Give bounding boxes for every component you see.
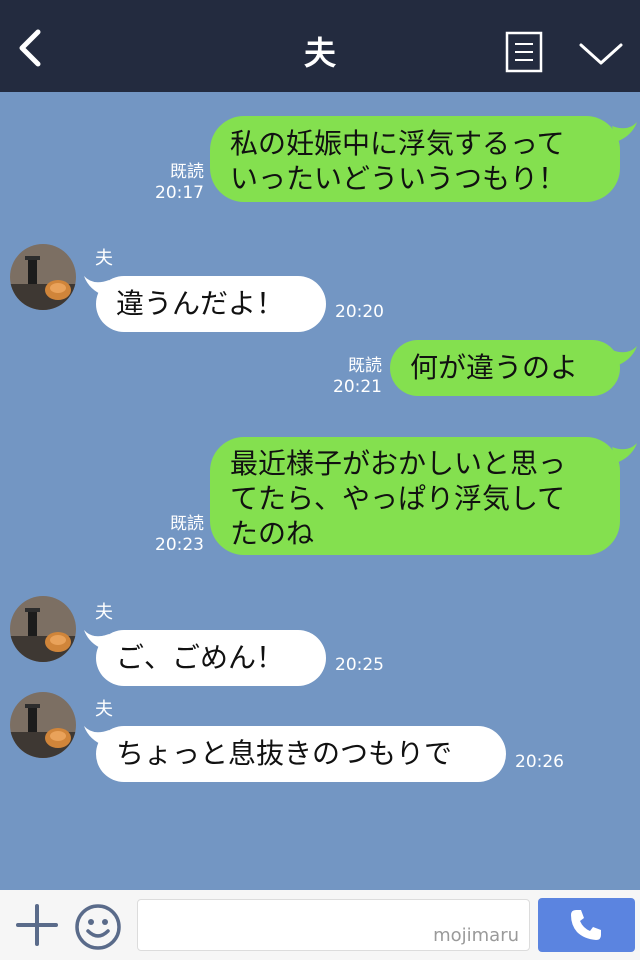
message-bubble[interactable]: 最近様子がおかしいと思っ てたら、やっぱり浮気して たのね [210, 437, 620, 555]
avatar[interactable] [10, 692, 76, 758]
message-time: 20:20 [335, 302, 384, 322]
message-line: たのね [230, 517, 315, 550]
message-line: ちょっと息抜きのつもりで [116, 737, 453, 770]
sender-name: 夫 [95, 602, 113, 623]
input-bar: mojimaru [0, 890, 640, 960]
message-bubble[interactable]: ちょっと息抜きのつもりで [96, 726, 506, 782]
call-button[interactable] [538, 898, 635, 952]
message-bubble[interactable]: 私の妊娠中に浮気するって いったいどういうつもり！ [210, 116, 620, 202]
avatar-image [10, 596, 76, 662]
chat-title: 夫 [303, 34, 336, 72]
read-receipt: 既読 [170, 514, 204, 534]
avatar[interactable] [10, 596, 76, 662]
avatar[interactable] [10, 244, 76, 310]
sender-name: 夫 [95, 248, 113, 269]
message-time: 20:25 [335, 655, 384, 675]
plus-icon[interactable] [15, 903, 59, 947]
message-meta: 既読 20:21 [328, 356, 382, 398]
message-time: 20:26 [515, 752, 564, 772]
phone-icon [571, 910, 601, 940]
message-input[interactable]: mojimaru [137, 899, 530, 951]
avatar-image [10, 244, 76, 310]
bubble-tail [612, 122, 637, 142]
read-receipt: 既読 [348, 356, 382, 376]
message-line: 何が違うのよ [410, 351, 579, 384]
emoji-smile-icon[interactable] [74, 903, 122, 951]
read-receipt: 既読 [170, 162, 204, 182]
message-time: 20:17 [155, 183, 204, 203]
chat-header: 夫 [0, 0, 640, 92]
message-line: ご、ごめん！ [116, 641, 285, 674]
message-line: 違うんだよ！ [116, 287, 285, 320]
message-time: 20:23 [155, 535, 204, 555]
bubble-tail [612, 346, 637, 366]
chevron-down-icon[interactable] [578, 38, 624, 68]
menu-list-icon[interactable] [505, 31, 543, 73]
message-bubble[interactable]: 何が違うのよ [390, 340, 620, 396]
message-bubble[interactable]: 違うんだよ！ [96, 276, 326, 332]
message-meta: 既読 20:17 [150, 162, 204, 204]
bubble-tail [612, 443, 637, 463]
message-meta: 既読 20:23 [150, 514, 204, 556]
message-line: 最近様子がおかしいと思っ [230, 447, 567, 480]
watermark: mojimaru [433, 925, 519, 946]
message-bubble[interactable]: ご、ごめん！ [96, 630, 326, 686]
chat-area[interactable]: 既読 20:17 私の妊娠中に浮気するって いったいどういうつもり！ 夫 違うん… [0, 92, 640, 890]
avatar-image [10, 692, 76, 758]
message-line: てたら、やっぱり浮気して [230, 482, 566, 515]
message-line: いったいどういうつもり！ [230, 162, 567, 195]
message-line: 私の妊娠中に浮気するって [230, 127, 565, 160]
sender-name: 夫 [95, 699, 113, 720]
message-time: 20:21 [333, 377, 382, 397]
